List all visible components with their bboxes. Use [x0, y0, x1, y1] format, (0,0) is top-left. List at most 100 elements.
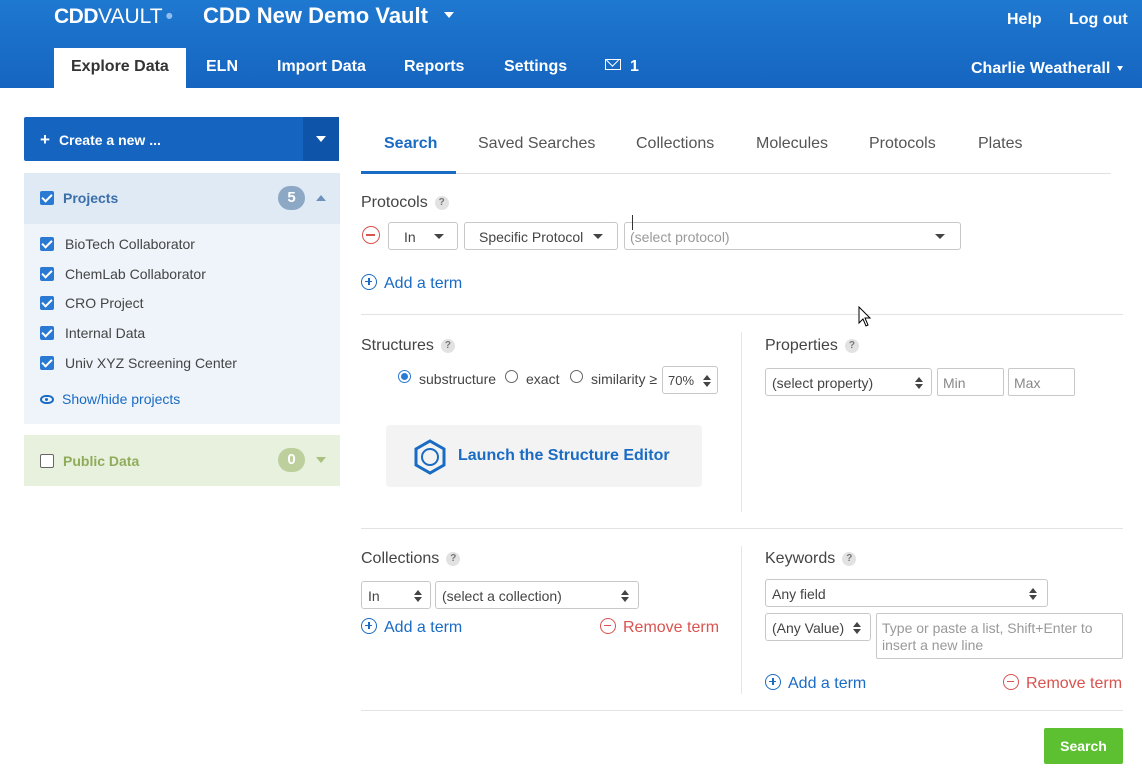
plus-circle-icon [361, 617, 377, 634]
remove-term-icon[interactable] [362, 226, 380, 244]
tab-collections[interactable]: Collections [636, 135, 714, 153]
properties-section-title: Properties? [765, 337, 859, 355]
public-data-count-badge: 0 [278, 448, 305, 472]
projects-count-badge: 5 [278, 186, 305, 210]
text-caret [632, 215, 633, 230]
hexagon-benzene-icon [414, 439, 446, 475]
collections-section-title: Collections? [361, 550, 461, 568]
tab-saved-searches[interactable]: Saved Searches [478, 135, 595, 153]
property-select[interactable]: (select property) [765, 368, 932, 396]
nav-tab-import-data[interactable]: Import Data [260, 48, 383, 88]
keyword-field-select[interactable]: Any field [765, 579, 1048, 607]
collection-select[interactable]: (select a collection) [435, 581, 639, 609]
textarea-placeholder: Type or paste a list, Shift+Enter to ins… [882, 620, 1093, 653]
help-icon[interactable]: ? [440, 338, 455, 353]
tab-molecules[interactable]: Molecules [756, 135, 828, 153]
keywords-add-term-button[interactable]: Add a term [765, 673, 866, 693]
project-checkbox[interactable] [40, 267, 54, 281]
public-data-title: Public Data [63, 453, 140, 469]
tab-search[interactable]: Search [384, 135, 437, 153]
similarity-threshold-select[interactable]: 70% [662, 366, 718, 394]
add-term-label: Add a term [384, 619, 463, 636]
project-checkbox[interactable] [40, 237, 54, 251]
similarity-radio[interactable] [570, 370, 583, 383]
nav-tab-settings[interactable]: Settings [487, 48, 584, 88]
chevron-down-icon [1117, 66, 1124, 72]
keywords-remove-term-button[interactable]: Remove term [1003, 673, 1123, 693]
up-down-arrows-icon [1029, 588, 1037, 600]
nav-tab-reports[interactable]: Reports [387, 48, 481, 88]
help-icon[interactable]: ? [434, 195, 449, 210]
active-tab-indicator [361, 171, 456, 174]
select-value: Specific Protocol [479, 229, 584, 245]
public-data-checkbox[interactable] [40, 454, 54, 468]
project-label: BioTech Collaborator [65, 236, 195, 252]
protocol-operator-select[interactable]: In [388, 222, 458, 250]
exact-radio[interactable] [505, 370, 518, 383]
caret-down-icon [935, 234, 945, 239]
section-divider [361, 528, 1123, 529]
nav-tab-messages[interactable]: 1 [588, 48, 656, 88]
vault-chevron-down-icon[interactable] [444, 12, 454, 18]
property-min-input[interactable]: Min [937, 368, 1004, 396]
create-new-dropdown-toggle[interactable] [303, 117, 339, 161]
logout-link[interactable]: Log out [1069, 11, 1128, 29]
keywords-title: Keywords [765, 550, 836, 567]
structures-section-title: Structures? [361, 337, 455, 355]
project-label: ChemLab Collaborator [65, 266, 206, 282]
chevron-up-icon[interactable] [316, 195, 326, 201]
keyword-values-textarea[interactable]: Type or paste a list, Shift+Enter to ins… [876, 613, 1123, 659]
projects-select-all-checkbox[interactable] [40, 191, 54, 205]
select-value: 70% [668, 373, 695, 388]
remove-term-label: Remove term [1026, 675, 1123, 692]
structures-title: Structures [361, 337, 434, 354]
project-checkbox[interactable] [40, 356, 54, 370]
project-checkbox[interactable] [40, 326, 54, 340]
property-max-input[interactable]: Max [1008, 368, 1075, 396]
up-down-arrows-icon [414, 590, 422, 602]
nav-tab-eln[interactable]: ELN [189, 48, 255, 88]
select-value: In [368, 588, 380, 604]
column-divider [741, 332, 742, 512]
protocol-select[interactable]: (select protocol) [624, 222, 961, 250]
collections-remove-term-button[interactable]: Remove term [600, 617, 720, 637]
launch-structure-editor-button[interactable]: Launch the Structure Editor [386, 425, 702, 487]
help-icon[interactable]: ? [842, 551, 857, 566]
input-placeholder: Max [1014, 375, 1041, 391]
similarity-label: similarity ≥ [591, 371, 658, 387]
keyword-value-mode-select[interactable]: (Any Value) [765, 613, 871, 641]
select-value: (select a collection) [442, 588, 562, 604]
create-new-button[interactable]: + Create a new ... [24, 117, 339, 161]
collections-add-term-button[interactable]: Add a term [361, 617, 463, 637]
project-checkbox[interactable] [40, 296, 54, 310]
up-down-arrows-icon [703, 375, 711, 387]
protocols-add-term-button[interactable]: Add a term [361, 273, 462, 293]
search-button[interactable]: Search [1044, 728, 1123, 764]
user-menu[interactable]: Charlie Weatherall [971, 60, 1124, 78]
cdd-vault-logo[interactable]: CDDVAULT • [54, 5, 173, 29]
project-label: Internal Data [65, 325, 146, 341]
nav-tab-explore-data[interactable]: Explore Data [54, 48, 186, 88]
up-down-arrows-icon [915, 377, 923, 389]
projects-panel: Projects 5 BioTech Collaborator ChemLab … [24, 173, 340, 424]
help-icon[interactable]: ? [446, 551, 461, 566]
create-new-label: + Create a new ... [40, 130, 161, 150]
chevron-down-icon[interactable] [316, 457, 326, 463]
tab-plates[interactable]: Plates [978, 135, 1022, 153]
remove-term-label: Remove term [623, 619, 720, 636]
eye-icon [40, 394, 54, 404]
envelope-icon [605, 59, 621, 71]
protocol-scope-select[interactable]: Specific Protocol [464, 222, 618, 250]
vault-selector[interactable]: CDD New Demo Vault [203, 3, 428, 29]
help-icon[interactable]: ? [844, 338, 859, 353]
public-data-panel: Public Data 0 [24, 435, 340, 486]
select-placeholder: (select protocol) [630, 229, 730, 245]
project-label: Univ XYZ Screening Center [65, 355, 237, 371]
help-link[interactable]: Help [1007, 11, 1042, 29]
substructure-radio[interactable] [398, 370, 411, 383]
collection-operator-select[interactable]: In [361, 581, 431, 609]
tab-protocols[interactable]: Protocols [869, 135, 936, 153]
create-new-text: Create a new ... [58, 132, 161, 148]
show-hide-projects-link[interactable]: Show/hide projects [40, 391, 180, 407]
column-divider [741, 546, 742, 694]
